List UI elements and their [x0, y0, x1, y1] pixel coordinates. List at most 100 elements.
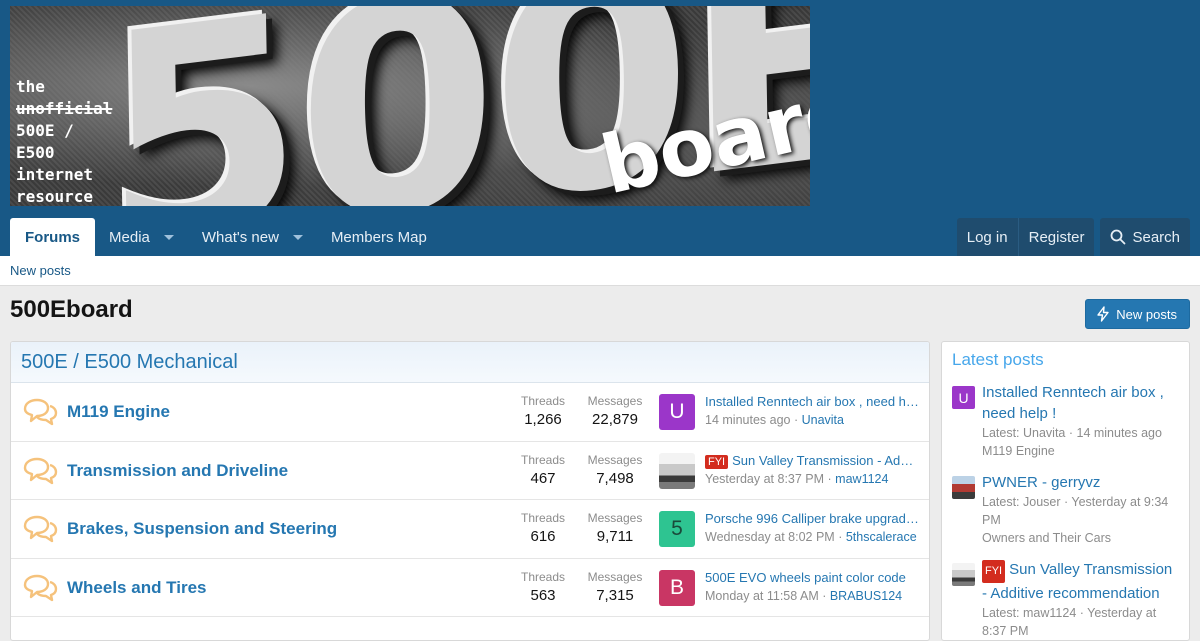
widget-title[interactable]: Latest posts [942, 342, 1189, 378]
register-button[interactable]: Register [1017, 218, 1095, 256]
avatar[interactable] [952, 476, 975, 499]
tab-label: Forums [25, 228, 81, 246]
banner-tagline: the unofficial 500E / E500 internet reso… [16, 76, 112, 206]
stat-value: 616 [530, 528, 556, 545]
threads-stat: Threads 563 [508, 570, 578, 604]
tab-forums[interactable]: Forums [10, 218, 96, 256]
forum-row: Transmission and Driveline Threads 467 M… [11, 442, 929, 500]
new-posts-button[interactable]: New posts [1085, 299, 1190, 329]
page-title: 500Eboard [10, 296, 133, 323]
last-post-meta: 14 minutes ago · Unavita [705, 413, 844, 427]
last-post-title-text: Sun Valley Transmission - Additive recom… [732, 452, 919, 468]
tab-media[interactable]: Media [95, 218, 188, 256]
latest-post-item: U Installed Renntech air box , need help… [942, 382, 1189, 460]
tab-label: What's new [201, 228, 279, 246]
tagline-line: resource [16, 187, 94, 206]
last-post-time[interactable]: Wednesday at 8:02 PM [705, 530, 835, 544]
forum-row: Brakes, Suspension and Steering Threads … [11, 500, 929, 559]
latest-post-title[interactable]: FYI Sun Valley Transmission - Additive re… [982, 559, 1181, 604]
stat-label: Threads [520, 394, 566, 408]
tagline-line: 500E / [16, 121, 74, 140]
stat-label: Messages [587, 511, 643, 525]
tagline-line: E500 [16, 143, 55, 162]
last-post-meta: Yesterday at 8:37 PM · maw1124 [705, 471, 889, 486]
forum-chat-icon [23, 515, 58, 543]
stat-label: Threads [520, 452, 566, 467]
latest-post-title[interactable]: Installed Renntech air box , need help ! [982, 382, 1181, 424]
forum-title[interactable]: Transmission and Driveline [67, 461, 288, 481]
site-header: 500E the unofficial 500E / E500 internet… [0, 0, 1200, 256]
stat-label: Threads [520, 569, 566, 584]
fyi-badge: FYI [982, 560, 1006, 583]
search-group: Search [1100, 218, 1190, 256]
forum-title[interactable]: Brakes, Suspension and Steering [67, 519, 337, 539]
tagline-line: the [16, 77, 45, 96]
tab-label: Media [109, 228, 150, 246]
latest-post-item: FYI Sun Valley Transmission - Additive re… [942, 559, 1189, 640]
stat-value: 22,879 [592, 411, 638, 428]
bolt-icon [1097, 306, 1109, 322]
stat-label: Messages [587, 452, 643, 467]
stat-value: 563 [530, 586, 556, 604]
account-nav: Log in Register Search [951, 218, 1190, 256]
last-post-title[interactable]: FYISun Valley Transmission - Additive re… [705, 453, 919, 469]
main-nav: Forums Media What's new Members Map [10, 218, 441, 256]
latest-post-meta: Latest: Jouser · Yesterday at 9:34 PM [982, 495, 1169, 527]
tab-members-map[interactable]: Members Map [317, 218, 441, 256]
forum-row: Wheels and Tires Threads 563 Messages 7,… [11, 559, 929, 617]
forum-chat-icon [23, 574, 58, 601]
avatar[interactable]: 5 [659, 511, 695, 547]
stat-label: Threads [520, 511, 566, 525]
stat-value: 1,266 [524, 411, 562, 428]
site-logo-banner[interactable]: 500E the unofficial 500E / E500 internet… [10, 6, 810, 206]
avatar[interactable] [659, 452, 695, 489]
forum-title[interactable]: M119 Engine [67, 402, 170, 422]
last-post-title[interactable]: Porsche 996 Calliper brake upgrade kit [705, 511, 919, 526]
stat-value: 9,711 [596, 528, 634, 545]
last-post-user[interactable]: maw1124 [835, 472, 888, 486]
category-header[interactable]: 500E / E500 Mechanical [11, 342, 929, 383]
last-post-title[interactable]: Installed Renntech air box , need help ! [705, 394, 919, 409]
forum-row: M119 Engine Threads 1,266 Messages 22,87… [11, 383, 929, 442]
last-post-meta: Wednesday at 8:02 PM · 5thscalerace [705, 530, 917, 544]
messages-stat: Messages 9,711 [580, 511, 650, 545]
last-post-title-text: 500E EVO wheels paint color code [705, 569, 906, 585]
latest-post-forum[interactable]: Owners and Their Cars [982, 529, 1181, 547]
tab-whats-new[interactable]: What's new [188, 218, 317, 256]
last-post-time[interactable]: Yesterday at 8:37 PM [705, 472, 824, 486]
avatar[interactable]: U [952, 386, 975, 409]
last-post-user[interactable]: BRABUS124 [830, 589, 902, 603]
latest-post-forum[interactable]: M119 Engine [982, 442, 1181, 460]
avatar[interactable] [952, 563, 975, 586]
chevron-down-icon[interactable] [292, 234, 303, 240]
messages-stat: Messages 7,498 [580, 453, 650, 487]
last-post-user[interactable]: Unavita [802, 413, 844, 427]
latest-post-title-text: Sun Valley Transmission - Additive recom… [982, 561, 1173, 602]
chevron-down-icon[interactable] [163, 234, 174, 240]
avatar[interactable]: B [659, 569, 695, 606]
fyi-badge: FYI [705, 454, 729, 469]
sub-nav: New posts [0, 256, 1200, 286]
last-post-title[interactable]: 500E EVO wheels paint color code [705, 570, 919, 585]
threads-stat: Threads 1,266 [508, 394, 578, 428]
latest-post-item: PWNER - gerryvz Latest: Jouser · Yesterd… [942, 472, 1189, 547]
search-button[interactable]: Search [1100, 218, 1190, 256]
threads-stat: Threads 616 [508, 511, 578, 545]
latest-post-title[interactable]: PWNER - gerryvz [982, 472, 1181, 493]
forum-chat-icon [23, 398, 58, 426]
tagline-line: unofficial [16, 99, 113, 118]
new-posts-link[interactable]: New posts [10, 263, 71, 278]
category-title: 500E / E500 Mechanical [21, 350, 238, 373]
search-icon [1111, 229, 1126, 245]
stat-value: 467 [530, 469, 556, 487]
avatar[interactable]: U [659, 394, 695, 430]
last-post-user[interactable]: 5thscalerace [846, 530, 917, 544]
last-post-time[interactable]: Monday at 11:58 AM [705, 589, 819, 603]
account-group: Log in Register [956, 218, 1095, 256]
last-post-title-text: Porsche 996 Calliper brake upgrade kit [705, 511, 919, 526]
login-button[interactable]: Log in [957, 218, 1018, 256]
search-label: Search [1132, 228, 1180, 246]
messages-stat: Messages 7,315 [580, 570, 650, 604]
forum-title[interactable]: Wheels and Tires [67, 578, 207, 598]
last-post-time[interactable]: 14 minutes ago [705, 413, 790, 427]
